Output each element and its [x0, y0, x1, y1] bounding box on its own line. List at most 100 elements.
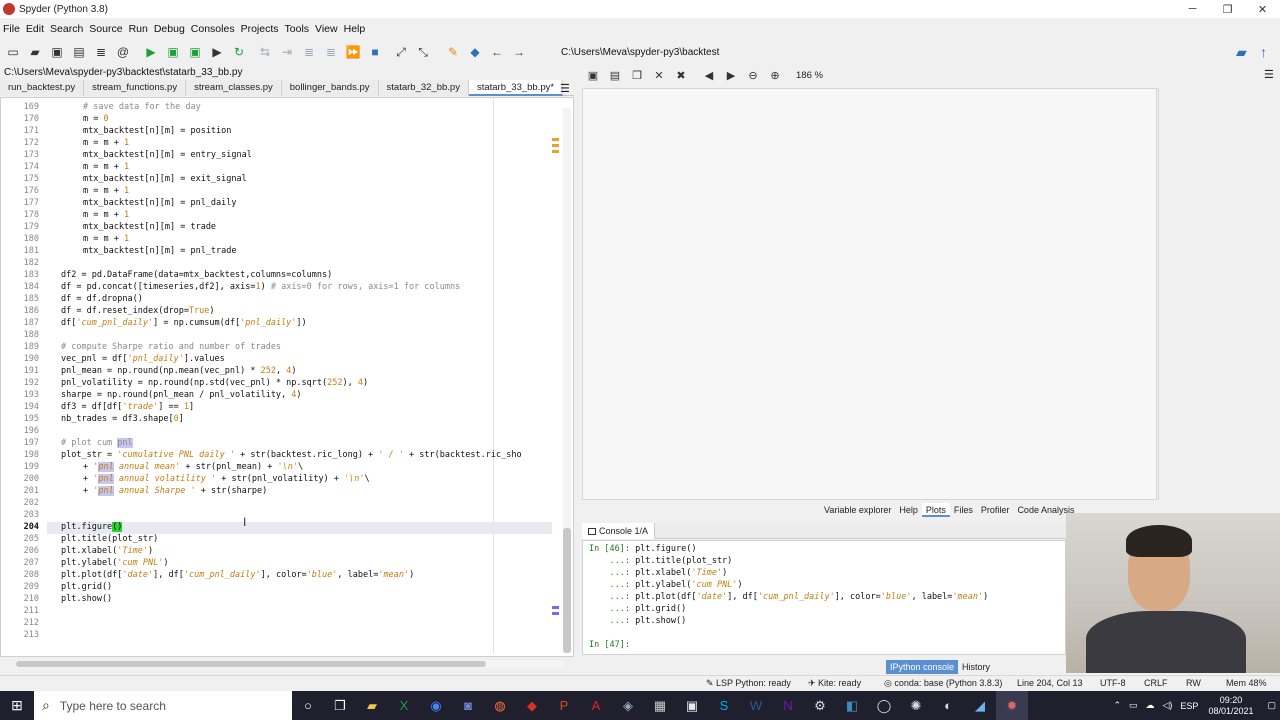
browse-folder-icon[interactable]: ▰	[1236, 44, 1247, 61]
cortana-icon[interactable]: ○	[292, 691, 324, 720]
discord-icon[interactable]: ◙	[452, 691, 484, 720]
powerpoint-icon[interactable]: P	[548, 691, 580, 720]
app-web-icon[interactable]: ✺	[900, 691, 932, 720]
minimize-button[interactable]: ─	[1175, 0, 1210, 18]
close-window-button[interactable]: ✕	[1245, 0, 1280, 18]
vscode-icon[interactable]: ◧	[836, 691, 868, 720]
menu-tools[interactable]: Tools	[282, 23, 313, 35]
notifications-icon[interactable]: ▢	[1267, 700, 1276, 711]
cloud-icon[interactable]: ☁	[1146, 700, 1155, 711]
code-editor[interactable]: 169 170 171 172 173 174 175 176 177 178 179 180 181 1…	[0, 97, 574, 657]
continue-icon[interactable]: ⏩	[345, 44, 361, 60]
debug-icon[interactable]: ⇆	[257, 44, 273, 60]
console-tab[interactable]: Console 1/A	[582, 522, 656, 539]
at-icon[interactable]: @	[115, 44, 131, 60]
file-explorer-icon[interactable]: ▰	[356, 691, 388, 720]
plots-options-icon[interactable]: ☰	[1264, 68, 1274, 81]
taskbar-search-box[interactable]: ⌕ Type here to search	[34, 691, 292, 720]
plot-thumbnails[interactable]	[1158, 88, 1280, 500]
run-icon[interactable]: ▶	[143, 44, 159, 60]
zoom-out-icon[interactable]: ⊖	[746, 68, 760, 82]
tab-variable-explorer[interactable]: Variable explorer	[820, 503, 895, 517]
remove-all-plots-icon[interactable]: ✖	[674, 68, 688, 82]
menu-help[interactable]: Help	[341, 23, 369, 35]
step-return-icon[interactable]: ≣	[323, 44, 339, 60]
settings-icon[interactable]: ⚙	[804, 691, 836, 720]
save-all-icon[interactable]: ▤	[71, 44, 87, 60]
acrobat-icon[interactable]: A	[580, 691, 612, 720]
run-cell-advance-icon[interactable]: ▣	[187, 44, 203, 60]
steam-icon[interactable]: ◐	[932, 691, 964, 720]
skype-icon[interactable]: S	[708, 691, 740, 720]
back-arrow-icon[interactable]: ←	[489, 44, 505, 60]
editor-scroll-thumb[interactable]	[563, 528, 571, 653]
python-path-icon[interactable]: ◆	[467, 44, 483, 60]
editor-horizontal-scrollbar[interactable]	[14, 660, 564, 668]
working-directory-field[interactable]: C:\Users\Meva\spyder-py3\backtest	[561, 47, 719, 58]
run-selection-icon[interactable]: ▶	[209, 44, 225, 60]
calculator-icon[interactable]: ▦	[644, 691, 676, 720]
tray-chevron-icon[interactable]: ⌃	[1113, 700, 1121, 711]
menu-view[interactable]: View	[312, 23, 341, 35]
app-box-icon[interactable]: ▣	[676, 691, 708, 720]
menu-run[interactable]: Run	[126, 23, 151, 35]
editor-vertical-scrollbar[interactable]	[563, 108, 571, 653]
list-icon[interactable]: ≣	[93, 44, 109, 60]
ipython-console[interactable]: In [46]: plt.figure() ...: plt.title(plo…	[582, 540, 1066, 655]
menu-debug[interactable]: Debug	[151, 23, 188, 35]
github-icon[interactable]: ◯	[868, 691, 900, 720]
firefox-icon[interactable]: ◍	[484, 691, 516, 720]
windows-start-icon[interactable]: ⊞	[0, 691, 34, 720]
editor-hscroll-thumb[interactable]	[16, 661, 486, 667]
spyder-taskbar-icon[interactable]: ✹	[996, 691, 1028, 720]
tab-stream-classes[interactable]: stream_classes.py	[186, 80, 282, 96]
plots-canvas[interactable]	[582, 88, 1157, 500]
tab-bollinger-bands[interactable]: bollinger_bands.py	[281, 80, 379, 96]
tab-files[interactable]: Files	[950, 503, 977, 517]
tab-plots[interactable]: Plots	[921, 503, 950, 517]
zoom-in-icon[interactable]: ⊕	[768, 68, 782, 82]
step-icon[interactable]: ⇥	[279, 44, 295, 60]
app-blue-icon[interactable]: ◢	[964, 691, 996, 720]
menu-search[interactable]: Search	[47, 23, 86, 35]
rerun-icon[interactable]: ↻	[231, 44, 247, 60]
run-cell-icon[interactable]: ▣	[165, 44, 181, 60]
tab-run-backtest[interactable]: run_backtest.py	[0, 80, 85, 96]
menu-consoles[interactable]: Consoles	[188, 23, 238, 35]
fullscreen-icon[interactable]: ⤡	[415, 44, 431, 60]
menu-projects[interactable]: Projects	[238, 23, 282, 35]
app-red-icon[interactable]: ◆	[516, 691, 548, 720]
volume-icon[interactable]: ◁)	[1163, 700, 1173, 711]
stop-icon[interactable]: ■	[367, 44, 383, 60]
tab-stream-functions[interactable]: stream_functions.py	[84, 80, 187, 96]
save-icon[interactable]: ▣	[49, 44, 65, 60]
forward-arrow-icon[interactable]: →	[511, 44, 527, 60]
onenote-icon[interactable]: N	[772, 691, 804, 720]
remove-plot-icon[interactable]: ✕	[652, 68, 666, 82]
chrome-icon[interactable]: ◉	[420, 691, 452, 720]
input-language[interactable]: ESP	[1180, 701, 1198, 711]
maximize-pane-icon[interactable]: ⤢	[393, 44, 409, 60]
clock[interactable]: 09:20 08/01/2021	[1208, 695, 1253, 717]
task-view-icon[interactable]: ❐	[324, 691, 356, 720]
tab-history[interactable]: History	[958, 660, 994, 674]
excel-icon[interactable]: X	[388, 691, 420, 720]
parent-dir-icon[interactable]: ↑	[1260, 44, 1267, 60]
wrench-icon[interactable]: ✎	[445, 44, 461, 60]
previous-plot-icon[interactable]: ◀	[702, 68, 716, 82]
app-gray-icon[interactable]: ◈	[612, 691, 644, 720]
open-file-icon[interactable]: ▰	[27, 44, 43, 60]
save-plot-icon[interactable]: ▣	[586, 68, 600, 82]
next-plot-icon[interactable]: ▶	[724, 68, 738, 82]
menu-file[interactable]: File	[0, 23, 23, 35]
word-icon[interactable]: W	[740, 691, 772, 720]
tab-help[interactable]: Help	[895, 503, 922, 517]
step-into-icon[interactable]: ≣	[301, 44, 317, 60]
tab-statarb-32[interactable]: statarb_32_bb.py	[378, 80, 469, 96]
tab-statarb-33[interactable]: statarb_33_bb.py*	[468, 80, 564, 96]
network-icon[interactable]: ▭	[1129, 700, 1138, 711]
menu-source[interactable]: Source	[86, 23, 125, 35]
menu-edit[interactable]: Edit	[23, 23, 47, 35]
save-all-plots-icon[interactable]: ▤	[608, 68, 622, 82]
tab-profiler[interactable]: Profiler	[977, 503, 1014, 517]
